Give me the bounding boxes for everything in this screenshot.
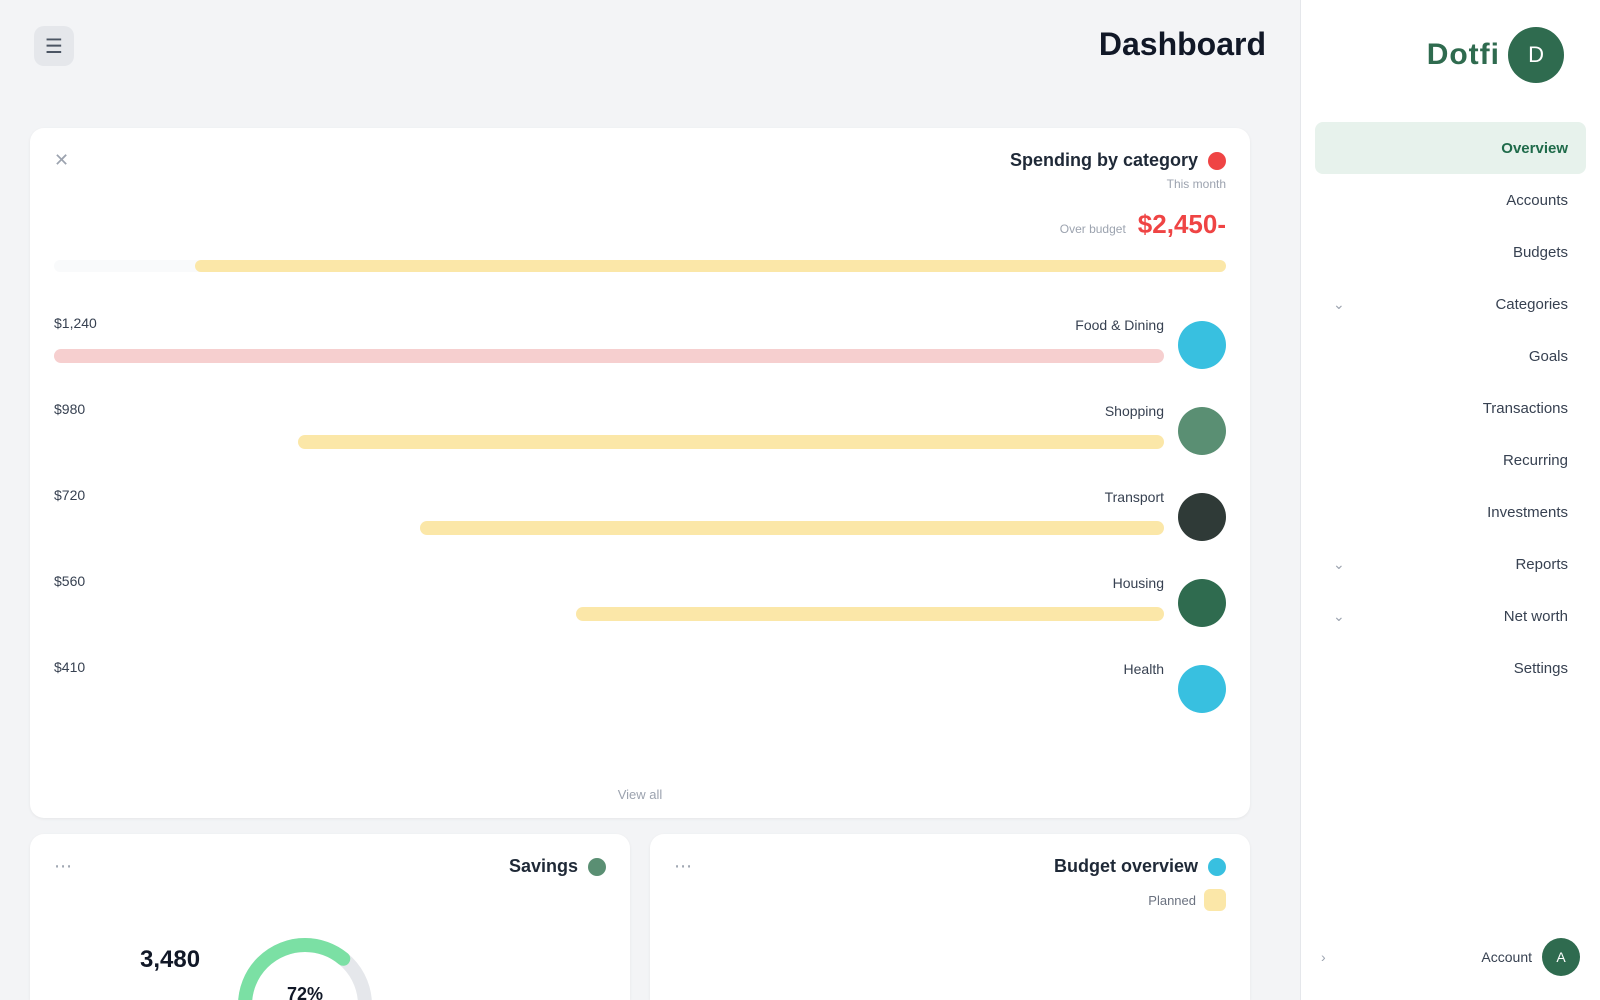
chevron-down-icon: ⌄ [1333,607,1345,624]
sidebar-item-overview[interactable]: Overview [1315,122,1586,174]
category-icon [1178,579,1226,627]
brand-logo: D [1508,27,1564,83]
chevron-down-icon: ⌄ [1333,555,1345,572]
budget-card-title: Budget overview [1053,856,1198,876]
sidebar-item-label: Investments [1487,503,1568,521]
category-label: Shopping [1104,403,1164,419]
sidebar-item-categories[interactable]: Categories ⌄ [1315,278,1586,330]
sidebar-item-transactions[interactable]: Transactions [1315,382,1586,434]
card-header: Spending by category This month ✕ [54,150,1226,191]
list-item[interactable]: Housing $560 [54,560,1226,646]
row-body: Shopping $980 [54,401,1164,461]
category-label: Food & Dining [1075,317,1164,333]
sidebar-item-label: Categories [1495,295,1568,313]
sidebar-nav: Overview Accounts Budgets Categories ⌄ Goals T… [1315,122,1586,694]
view-all-link[interactable]: View all [618,787,663,802]
sidebar-item-recurring[interactable]: Recurring [1315,434,1586,486]
category-amount: $720 [54,487,86,503]
avatar: A [1542,938,1580,976]
gauge-svg: 72% [238,938,372,1000]
progress-fill [194,260,1226,272]
sidebar-item-investments[interactable]: Investments [1315,486,1586,538]
spending-card: Spending by category This month ✕ -$2,45… [30,128,1250,818]
user-name: Account [1481,949,1532,965]
budget-card: Budget overview ⋯ Planned [650,834,1250,1000]
category-icon [1178,665,1226,713]
stat-value: -$2,450 [1137,209,1226,239]
sidebar-item-goals[interactable]: Goals [1315,330,1586,382]
budget-icon [1208,857,1226,876]
menu-icon[interactable]: ☰ [34,26,74,66]
row-body: Food & Dining $1,240 [54,315,1164,375]
category-label: Health [1123,661,1164,677]
sidebar: D Dotfi Overview Accounts Budgets Categorie… [1300,0,1600,1000]
category-progress-bar [420,521,1164,535]
page-title: Dashboard [1098,26,1266,62]
sidebar-item-net-worth[interactable]: Net worth ⌄ [1315,590,1586,642]
sidebar-item-settings[interactable]: Settings [1315,642,1586,694]
sidebar-item-reports[interactable]: Reports ⌄ [1315,538,1586,590]
title-block: Dashboard [1099,26,1266,63]
list-item[interactable]: Health $410 [54,646,1226,732]
sidebar-item-label: Accounts [1506,191,1568,209]
alert-icon [1208,151,1226,170]
category-icon [1178,321,1226,369]
savings-card: Savings ⋯ 72% 3,480 [30,834,630,1000]
category-progress-bar [576,607,1164,621]
row-body: Housing $560 [54,573,1164,633]
chevron-down-icon: ⌄ [1333,295,1345,312]
sidebar-item-label: Reports [1515,555,1568,573]
sidebar-item-label: Goals [1528,347,1568,365]
category-amount: $410 [54,659,86,675]
savings-card-title: Savings [508,856,578,876]
stat-row: -$2,450 Over budget [54,209,1226,240]
stat-label: Over budget [1059,222,1126,236]
sidebar-item-label: Overview [1501,139,1568,157]
category-label: Housing [1112,575,1164,591]
category-icon [1178,493,1226,541]
topbar: Dashboard ☰ [0,0,1300,120]
brand-name: Dotfi [1426,38,1500,71]
sidebar-item-accounts[interactable]: Accounts [1315,174,1586,226]
category-list: Food & Dining $1,240 Shopping $980 Transport… [54,302,1226,732]
chevron-left-icon[interactable]: ‹ [1321,949,1326,965]
row-body: Health $410 [54,659,1164,719]
category-amount: $560 [54,573,86,589]
savings-value: 3,480 [140,946,201,973]
sidebar-item-label: Recurring [1502,451,1568,469]
more-icon[interactable]: ⋯ [54,856,72,877]
sidebar-item-label: Budgets [1512,243,1568,261]
user-block[interactable]: A Account [1481,938,1580,976]
category-label: Transport [1104,489,1164,505]
savings-gauge: 72% [230,910,380,1000]
gauge-percent: 72% [287,984,323,1000]
sidebar-item-budgets[interactable]: Budgets [1315,226,1586,278]
sidebar-footer: A Account ‹ [1321,938,1580,976]
brand[interactable]: D Dotfi [1315,18,1586,92]
savings-icon [588,857,606,876]
legend-swatch [1204,889,1226,911]
list-item[interactable]: Transport $720 [54,474,1226,560]
sidebar-item-label: Net worth [1503,607,1568,625]
category-progress-bar [298,435,1164,449]
legend-label: Planned [1148,892,1196,908]
card-title: Spending by category [1009,150,1198,170]
category-icon [1178,407,1226,455]
list-item[interactable]: Shopping $980 [54,388,1226,474]
list-item[interactable]: Food & Dining $1,240 [54,302,1226,388]
close-icon[interactable]: ✕ [54,150,69,171]
category-progress-bar [54,349,1164,363]
legend-item: Planned [674,889,1226,911]
category-amount: $1,240 [54,315,97,331]
row-body: Transport $720 [54,487,1164,547]
overall-progress [54,254,1226,276]
more-icon[interactable]: ⋯ [674,856,692,877]
card-subtitle: This month [1166,177,1226,191]
sidebar-item-label: Transactions [1482,399,1568,417]
sidebar-item-label: Settings [1513,659,1568,677]
category-amount: $980 [54,401,86,417]
